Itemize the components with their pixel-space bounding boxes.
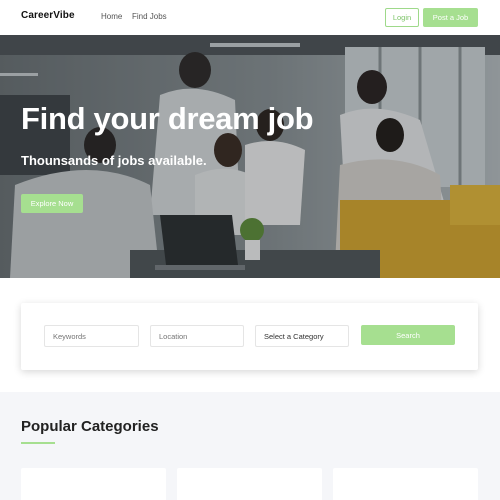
post-job-button[interactable]: Post a Job [423, 8, 478, 27]
hero-title: Find your dream job [21, 101, 314, 136]
explore-now-button[interactable]: Explore Now [21, 194, 83, 213]
category-card[interactable] [333, 468, 478, 500]
search-button[interactable]: Search [361, 325, 455, 345]
category-card[interactable] [177, 468, 322, 500]
job-search-card: Select a Category Search [21, 303, 478, 370]
location-input[interactable] [150, 325, 244, 347]
nav-link-home[interactable]: Home [101, 12, 122, 21]
title-underline [21, 442, 55, 444]
popular-categories-section: Popular Categories [0, 392, 500, 500]
section-title: Popular Categories [21, 418, 159, 435]
category-select[interactable]: Select a Category [255, 325, 349, 347]
navbar: CareerVibe Home Find Jobs Login Post a J… [0, 0, 500, 35]
nav-link-find-jobs[interactable]: Find Jobs [132, 12, 167, 21]
keywords-input[interactable] [44, 325, 139, 347]
hero-banner: Find your dream job Thounsands of jobs a… [0, 35, 500, 278]
brand-logo[interactable]: CareerVibe [21, 10, 75, 21]
category-card[interactable] [21, 468, 166, 500]
login-button[interactable]: Login [385, 8, 419, 27]
hero-subtitle: Thounsands of jobs available. [21, 153, 207, 168]
